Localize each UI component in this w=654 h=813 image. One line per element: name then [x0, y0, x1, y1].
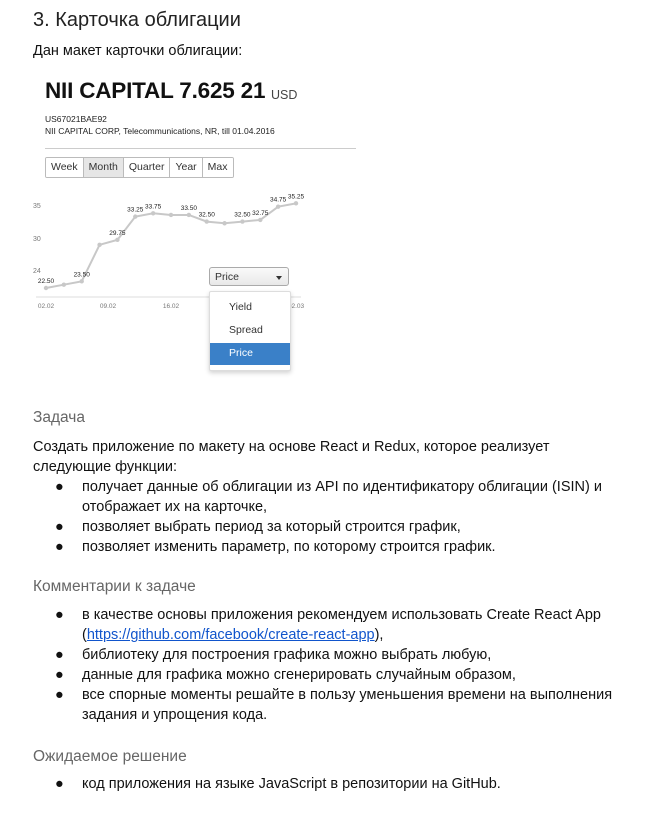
data-point	[133, 214, 138, 219]
list-item-text: в качестве основы приложения рекомендуем…	[82, 607, 601, 623]
data-point	[204, 219, 209, 224]
period-selector: Week Month Quarter Year Max	[45, 157, 234, 178]
period-max-button[interactable]: Max	[202, 158, 233, 177]
list-item: ● позволяет выбрать период за который стр…	[33, 517, 633, 537]
bullet-icon: ●	[55, 479, 64, 495]
period-year-button[interactable]: Year	[170, 158, 203, 177]
list-item: ● в качестве основы приложения рекомендуе…	[33, 605, 643, 645]
option-label: Yield	[229, 301, 252, 313]
data-label: 35.25	[288, 193, 305, 200]
bullet-icon: ●	[55, 647, 64, 663]
data-point	[168, 212, 174, 218]
data-label: 22.50	[38, 278, 55, 285]
data-point	[222, 221, 227, 226]
expected-title: Ожидаемое решение	[33, 748, 187, 765]
comments-title: Комментарии к задаче	[33, 578, 196, 595]
data-label: 33.50	[181, 205, 198, 212]
option-yield[interactable]: Yield	[210, 297, 290, 319]
data-point	[275, 204, 281, 209]
data-label: 34.75	[270, 197, 287, 204]
create-react-app-link[interactable]: https://github.com/facebook/create-react…	[87, 627, 375, 643]
list-item-text: получает данные об облигации из API по и…	[82, 479, 602, 495]
data-point	[61, 282, 67, 287]
bullet-icon: ●	[55, 539, 64, 555]
list-item: ● код приложения на языке JavaScript в ре…	[33, 774, 633, 794]
bond-isin: US67021BAE92	[45, 114, 107, 124]
bond-currency: USD	[271, 88, 298, 102]
data-label: 32.50	[199, 212, 216, 219]
bullet-icon: ●	[55, 519, 64, 535]
parameter-select[interactable]: Price	[209, 267, 289, 286]
bullet-icon: ●	[55, 687, 64, 703]
task-list: ● получает данные об облигации из API по …	[33, 477, 633, 557]
list-item-text: отображает их на карточке,	[82, 499, 268, 515]
bullet-icon: ●	[55, 667, 64, 683]
list-item-text: все спорные моменты решайте в пользу уме…	[82, 687, 613, 703]
data-label: 32.75	[252, 210, 269, 217]
data-label: 23.50	[74, 271, 91, 278]
expected-list: ● код приложения на языке JavaScript в ре…	[33, 774, 633, 794]
task-intro-line-2: следующие функции:	[33, 459, 178, 475]
option-price[interactable]: Price	[210, 343, 290, 365]
option-spread[interactable]: Spread	[210, 320, 290, 342]
bond-description: NII CAPITAL CORP, Telecommunications, NR…	[45, 126, 275, 136]
period-quarter-button[interactable]: Quarter	[123, 158, 171, 177]
option-label: Price	[229, 347, 253, 359]
task-title: Задача	[33, 409, 86, 426]
x-tick-label: 09.02	[100, 303, 117, 310]
data-label: 33.25	[127, 207, 144, 214]
list-item-text: позволяет изменить параметр, по которому…	[82, 539, 496, 555]
card-divider	[45, 148, 356, 149]
data-point	[150, 211, 156, 216]
x-tick-label: 16.02	[163, 303, 180, 310]
bond-title: NII CAPITAL 7.625 21	[45, 78, 266, 103]
period-month-button[interactable]: Month	[83, 158, 124, 177]
data-point	[97, 242, 102, 248]
task-intro-line-1: Создать приложение по макету на основе R…	[33, 439, 550, 455]
caret-down-icon	[276, 276, 282, 280]
data-point	[293, 201, 299, 206]
data-point	[43, 285, 49, 291]
data-point	[115, 237, 120, 243]
y-tick-label: 35	[33, 203, 41, 210]
period-week-button[interactable]: Week	[46, 158, 84, 177]
list-item-text: код приложения на языке JavaScript в реп…	[82, 776, 501, 792]
bullet-icon: ●	[55, 607, 64, 623]
comments-list: ● в качестве основы приложения рекомендуе…	[33, 605, 643, 725]
list-item-text: данные для графика можно сгенерировать с…	[82, 667, 516, 683]
data-point	[79, 279, 84, 284]
intro-text: Дан макет карточки облигации:	[33, 43, 243, 59]
data-label: 33.75	[145, 203, 162, 210]
parameter-select-value: Price	[215, 271, 239, 283]
data-point	[186, 212, 192, 218]
y-tick-label: 30	[33, 236, 41, 243]
x-tick-label: 02.02	[38, 303, 55, 310]
list-item: ● библиотеку для построения графика можно…	[33, 645, 643, 665]
data-point	[240, 219, 245, 224]
y-tick-label: 24	[33, 268, 41, 275]
data-label: 29.75	[109, 230, 126, 237]
list-item: ● данные для графика можно сгенерировать …	[33, 665, 643, 685]
data-point	[258, 217, 263, 223]
paren-close: ),	[374, 627, 384, 643]
list-item: ● все спорные моменты решайте в пользу ум…	[33, 685, 643, 725]
parameter-dropdown: Yield Spread Price	[209, 291, 291, 371]
list-item-text: библиотеку для построения графика можно …	[82, 647, 492, 663]
data-label: 32.50	[234, 212, 251, 219]
option-label: Spread	[229, 324, 263, 336]
bullet-icon: ●	[55, 776, 64, 792]
list-item: ● позволяет изменить параметр, по котором…	[33, 537, 633, 557]
list-item-text: задания и упрощения кода.	[82, 707, 268, 723]
list-item-text: позволяет выбрать период за который стро…	[82, 519, 461, 535]
list-item: ● получает данные об облигации из API по …	[33, 477, 633, 517]
page-heading: 3. Карточка облигации	[33, 9, 241, 31]
